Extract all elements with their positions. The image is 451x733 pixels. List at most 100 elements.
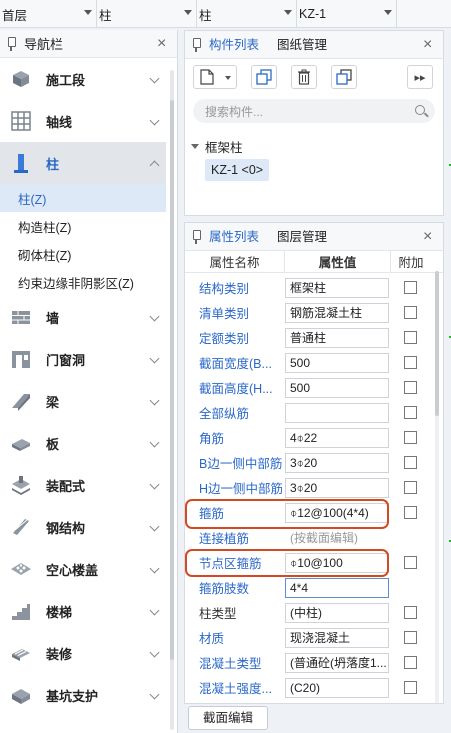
property-value-field[interactable]: 现浇混凝土 [285,627,389,648]
attach-checkbox[interactable] [404,456,417,469]
property-value-field[interactable]: 普通柱 [285,327,389,348]
property-name: B边一侧中部筋 [199,457,283,471]
nav-item-beam[interactable]: 梁 [0,380,166,422]
nav-item-door-window[interactable]: 门窗洞 [0,338,166,380]
nav-item-stairs[interactable]: 楼梯 [0,590,166,632]
sub-item-column-z[interactable]: 柱(Z) [0,184,166,212]
property-value-field[interactable]: 4⌽22 [285,427,389,448]
component-dropdown[interactable]: KZ-1 [297,0,397,28]
nav-item-foundation-pit[interactable]: 基坑支护 [0,674,166,716]
property-value-field[interactable]: (按截面编辑) [285,527,389,548]
attach-checkbox[interactable] [404,306,417,319]
nav-item-steel[interactable]: 钢结构 [0,506,166,548]
chevron-down-icon [149,115,160,126]
nav-item-prefab[interactable]: 装配式 [0,464,166,506]
nav-scrollbar[interactable] [170,70,174,730]
tab-drawing-management[interactable]: 图纸管理 [277,31,327,59]
pin-icon[interactable] [191,37,201,52]
attach-checkbox[interactable] [404,606,417,619]
close-icon[interactable]: × [423,229,432,245]
attach-checkbox[interactable] [404,481,417,494]
property-row[interactable]: B边一侧中部筋 3⌽20 [185,450,435,475]
pin-icon[interactable] [6,36,16,51]
nav-item-label: 楼梯 [46,604,73,620]
sub-item-masonry-column[interactable]: 砌体柱(Z) [0,240,166,268]
attach-checkbox[interactable] [404,331,417,344]
section-edit-button[interactable]: 截面编辑 [188,706,268,730]
copy-component-button[interactable] [251,65,277,89]
attach-checkbox[interactable] [404,356,417,369]
nav-item-slab[interactable]: 板 [0,422,166,464]
expand-triangle-icon[interactable] [191,144,199,149]
property-value-field[interactable]: 4*4 [285,577,389,598]
property-row[interactable]: 柱类型 (中柱) [185,600,435,625]
stairs-icon [12,604,30,620]
property-row[interactable]: 混凝土类型 (普通砼(坍落度1... [185,650,435,675]
property-row[interactable]: 定额类别 普通柱 [185,325,435,350]
nav-item-column[interactable]: 柱 [0,142,166,184]
attach-checkbox[interactable] [404,506,417,519]
search-icon[interactable] [415,105,425,115]
attach-checkbox[interactable] [404,631,417,644]
component-item-kz1[interactable]: KZ-1 <0> [205,159,270,181]
chevron-down-icon [84,10,92,15]
nav-item-axis[interactable]: 轴线 [0,100,166,142]
attach-checkbox[interactable] [404,681,417,694]
property-value-field[interactable]: 500 [285,377,389,398]
property-value-field[interactable]: (C20) [285,677,389,698]
property-row[interactable]: 箍筋肢数 4*4 [185,575,435,600]
property-value-field[interactable]: 框架柱 [285,277,389,298]
property-row[interactable]: 清单类别 钢筋混凝土柱 [185,300,435,325]
property-value-field[interactable]: (中柱) [285,602,389,623]
component-search-input[interactable]: 搜索构件... [193,99,435,123]
pin-icon[interactable] [191,229,201,244]
subtype-dropdown[interactable]: 柱 [197,0,297,28]
tree-node-frame-column[interactable]: 框架柱 [191,137,243,156]
property-value-field[interactable]: (普通砼(坍落度1... [285,652,389,673]
expand-toolbar-button[interactable]: ▸▸ [407,65,433,89]
nav-item-partial[interactable] [0,716,166,733]
attach-checkbox[interactable] [404,381,417,394]
nav-item-hollow-floor[interactable]: 空心楼盖 [0,548,166,590]
nav-item-construction-segment[interactable]: 施工段 [0,58,166,100]
property-row[interactable]: 截面高度(H... 500 [185,375,435,400]
property-row[interactable]: 材质 现浇混凝土 [185,625,435,650]
sub-item-constrained-edge[interactable]: 约束边缘非阴影区(Z) [0,268,166,296]
delete-component-button[interactable] [291,65,317,89]
attach-checkbox[interactable] [404,281,417,294]
property-value-field[interactable] [285,402,389,423]
property-value-field[interactable]: 3⌽20 [285,452,389,473]
attach-checkbox[interactable] [404,556,417,569]
property-row[interactable]: 截面宽度(B... 500 [185,350,435,375]
tab-component-list[interactable]: 构件列表 [209,31,259,59]
close-icon[interactable]: × [423,37,432,53]
floor-dropdown[interactable]: 首层 [0,0,97,28]
attach-checkbox[interactable] [404,431,417,444]
tab-layer-management[interactable]: 图层管理 [277,223,327,251]
property-value-field[interactable]: 钢筋混凝土柱 [285,302,389,323]
hollow-floor-icon [11,563,31,575]
property-name: 定额类别 [199,332,250,346]
property-row[interactable]: 混凝土强度... (C20) [185,675,435,700]
new-component-button[interactable] [193,65,237,89]
property-row[interactable]: 全部纵筋 [185,400,435,425]
close-icon[interactable]: × [157,36,166,52]
nav-item-wall[interactable]: 墙 [0,296,166,338]
navigation-panel: 导航栏 × 施工段 轴线 柱 柱(Z) 构造柱(Z) 砌体柱(Z) 约束边缘非阴… [0,30,178,733]
nav-item-label: 空心楼盖 [46,562,99,578]
layer-copy-button[interactable] [331,65,357,89]
attach-checkbox[interactable] [404,656,417,669]
property-row[interactable]: 结构类别 框架柱 [185,275,435,300]
attach-checkbox[interactable] [404,406,417,419]
more-icon [10,726,32,733]
tab-property-list[interactable]: 属性列表 [209,223,259,251]
property-row[interactable]: H边一侧中部筋 3⌽20 [185,475,435,500]
sub-item-construction-column[interactable]: 构造柱(Z) [0,212,166,240]
property-scrollbar[interactable] [435,271,439,703]
property-row[interactable]: 角筋 4⌽22 [185,425,435,450]
property-value-field[interactable]: 500 [285,352,389,373]
type-dropdown[interactable]: 柱 [97,0,197,28]
property-value-field[interactable]: 3⌽20 [285,477,389,498]
nav-item-decoration[interactable]: 装修 [0,632,166,674]
chevron-down-icon [149,563,160,574]
